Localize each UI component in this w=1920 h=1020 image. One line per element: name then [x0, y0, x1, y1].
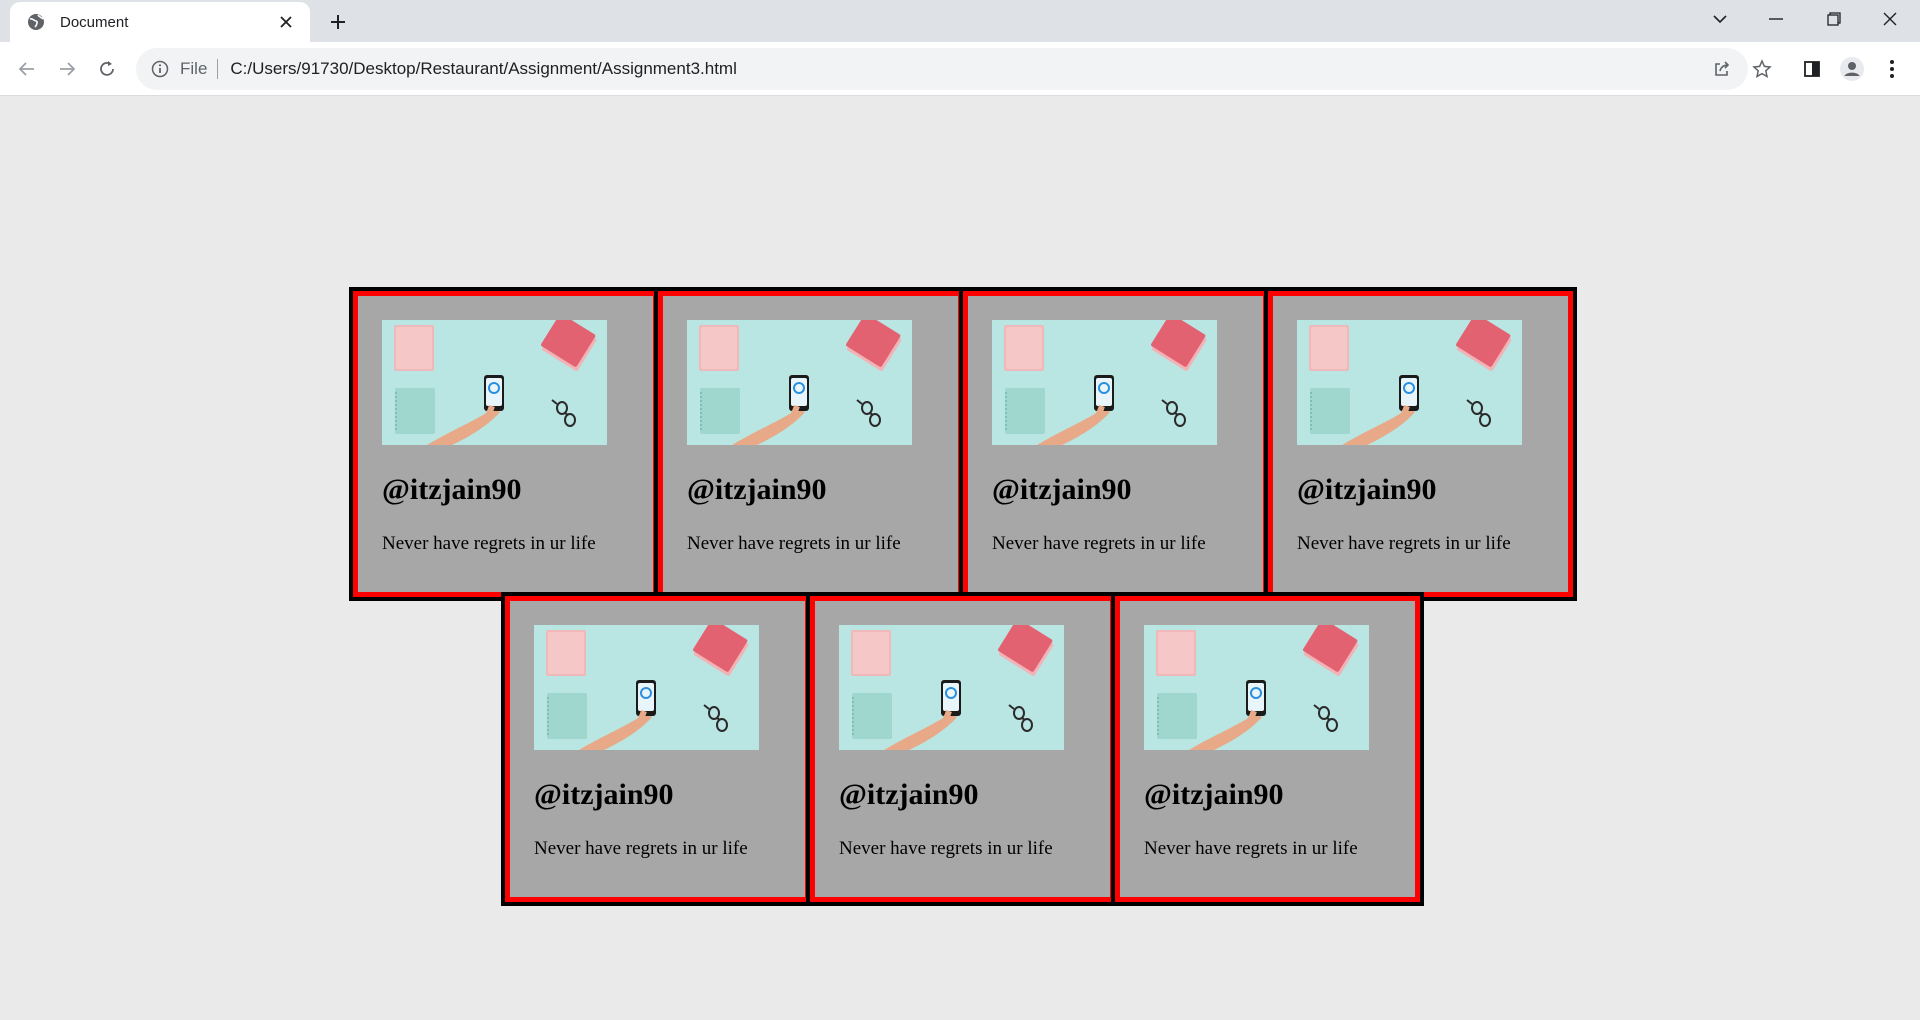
plus-icon[interactable] — [324, 8, 352, 36]
profile-card: @itzjain90 Never have regrets in ur life — [810, 596, 1115, 902]
card-handle: @itzjain90 — [687, 473, 827, 506]
card-image — [992, 320, 1217, 445]
card-image — [839, 625, 1064, 750]
tab-title: Document — [60, 13, 129, 31]
card-handle: @itzjain90 — [382, 473, 522, 506]
reload-icon[interactable] — [92, 54, 122, 84]
star-icon[interactable] — [1746, 53, 1778, 85]
side-panel-icon[interactable] — [1796, 53, 1828, 85]
profile-card: @itzjain90 Never have regrets in ur life — [658, 291, 963, 597]
card-handle: @itzjain90 — [1297, 473, 1437, 506]
window-close-icon[interactable] — [1862, 0, 1918, 38]
card-image — [1144, 625, 1369, 750]
browser-toolbar: File C:/Users/91730/Desktop/Restaurant/A… — [0, 42, 1920, 96]
browser-tab[interactable]: Document — [10, 2, 310, 42]
url-text[interactable]: C:/Users/91730/Desktop/Restaurant/Assign… — [230, 59, 736, 79]
scheme-label: File — [180, 59, 208, 78]
back-arrow-icon[interactable] — [12, 54, 42, 84]
profile-card: @itzjain90 Never have regrets in ur life — [1115, 596, 1420, 902]
info-icon[interactable] — [150, 59, 170, 79]
card-handle: @itzjain90 — [1144, 778, 1284, 811]
profile-card: @itzjain90 Never have regrets in ur life — [505, 596, 810, 902]
profile-card: @itzjain90 Never have regrets in ur life — [353, 291, 658, 597]
chevron-down-icon[interactable] — [1692, 0, 1748, 38]
profile-icon[interactable] — [1836, 53, 1868, 85]
card-image — [382, 320, 607, 445]
card-image — [534, 625, 759, 750]
card-text: Never have regrets in ur life — [992, 533, 1206, 554]
forward-arrow-icon[interactable] — [52, 54, 82, 84]
card-text: Never have regrets in ur life — [534, 838, 748, 859]
kebab-menu-icon[interactable] — [1876, 53, 1908, 85]
card-text: Never have regrets in ur life — [839, 838, 1053, 859]
divider — [217, 59, 219, 79]
card-text: Never have regrets in ur life — [687, 533, 901, 554]
card-handle: @itzjain90 — [992, 473, 1132, 506]
card-handle: @itzjain90 — [534, 778, 674, 811]
close-icon[interactable] — [274, 10, 298, 34]
card-handle: @itzjain90 — [839, 778, 979, 811]
share-icon[interactable] — [1706, 53, 1738, 85]
card-text: Never have regrets in ur life — [382, 533, 596, 554]
profile-card: @itzjain90 Never have regrets in ur life — [1268, 291, 1573, 597]
address-bar[interactable]: File C:/Users/91730/Desktop/Restaurant/A… — [136, 48, 1748, 90]
minimize-icon[interactable] — [1748, 0, 1804, 38]
title-bar: Document — [0, 0, 1920, 42]
restore-icon[interactable] — [1806, 0, 1862, 38]
profile-card: @itzjain90 Never have regrets in ur life — [963, 291, 1268, 597]
card-text: Never have regrets in ur life — [1297, 533, 1511, 554]
card-text: Never have regrets in ur life — [1144, 838, 1358, 859]
globe-icon — [26, 12, 46, 32]
card-image — [1297, 320, 1522, 445]
card-image — [687, 320, 912, 445]
